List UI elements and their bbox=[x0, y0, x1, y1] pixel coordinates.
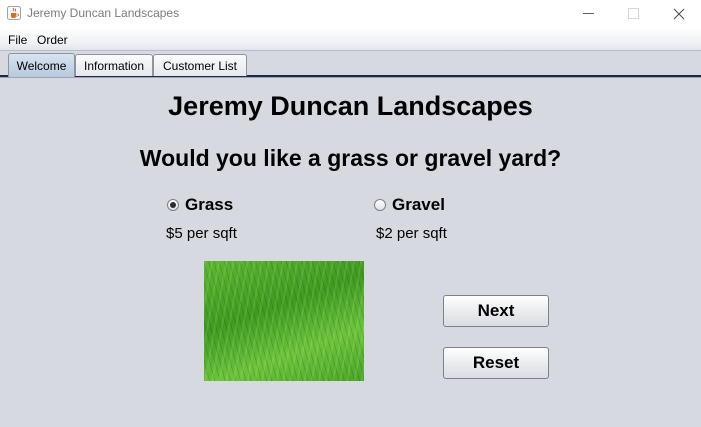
next-button[interactable]: Next bbox=[443, 295, 549, 327]
menu-file[interactable]: File bbox=[8, 33, 27, 47]
grass-radio-option[interactable]: Grass bbox=[167, 195, 233, 215]
grass-price: $5 per sqft bbox=[166, 225, 237, 242]
company-title: Jeremy Duncan Landscapes bbox=[168, 91, 533, 121]
grass-texture-image bbox=[204, 261, 364, 381]
grass-radio-button[interactable] bbox=[167, 199, 179, 211]
window-titlebar: Jeremy Duncan Landscapes bbox=[0, 0, 701, 28]
menu-order[interactable]: Order bbox=[37, 33, 68, 47]
reset-button[interactable]: Reset bbox=[443, 347, 549, 379]
close-button[interactable] bbox=[656, 0, 701, 28]
tab-welcome[interactable]: Welcome bbox=[8, 53, 75, 77]
tab-customer-list[interactable]: Customer List bbox=[153, 54, 247, 76]
menu-bar: File Order bbox=[0, 28, 701, 51]
gravel-price: $2 per sqft bbox=[376, 225, 447, 242]
gravel-radio-button[interactable] bbox=[374, 199, 386, 211]
minimize-button[interactable] bbox=[565, 0, 611, 28]
grass-radio-label[interactable]: Grass bbox=[185, 195, 233, 215]
java-cup-icon bbox=[7, 6, 21, 20]
tab-underline-shadow bbox=[0, 77, 701, 78]
maximize-button[interactable] bbox=[610, 0, 656, 28]
window-title: Jeremy Duncan Landscapes bbox=[27, 6, 180, 20]
gravel-radio-label[interactable]: Gravel bbox=[392, 195, 445, 215]
yard-question: Would you like a grass or gravel yard? bbox=[139, 145, 562, 171]
tab-strip: Welcome Information Customer List bbox=[0, 51, 701, 78]
close-icon bbox=[673, 8, 685, 20]
tab-information[interactable]: Information bbox=[75, 54, 153, 76]
gravel-radio-option[interactable]: Gravel bbox=[374, 195, 445, 215]
main-panel: Welcome Information Customer List Jeremy… bbox=[0, 51, 701, 427]
